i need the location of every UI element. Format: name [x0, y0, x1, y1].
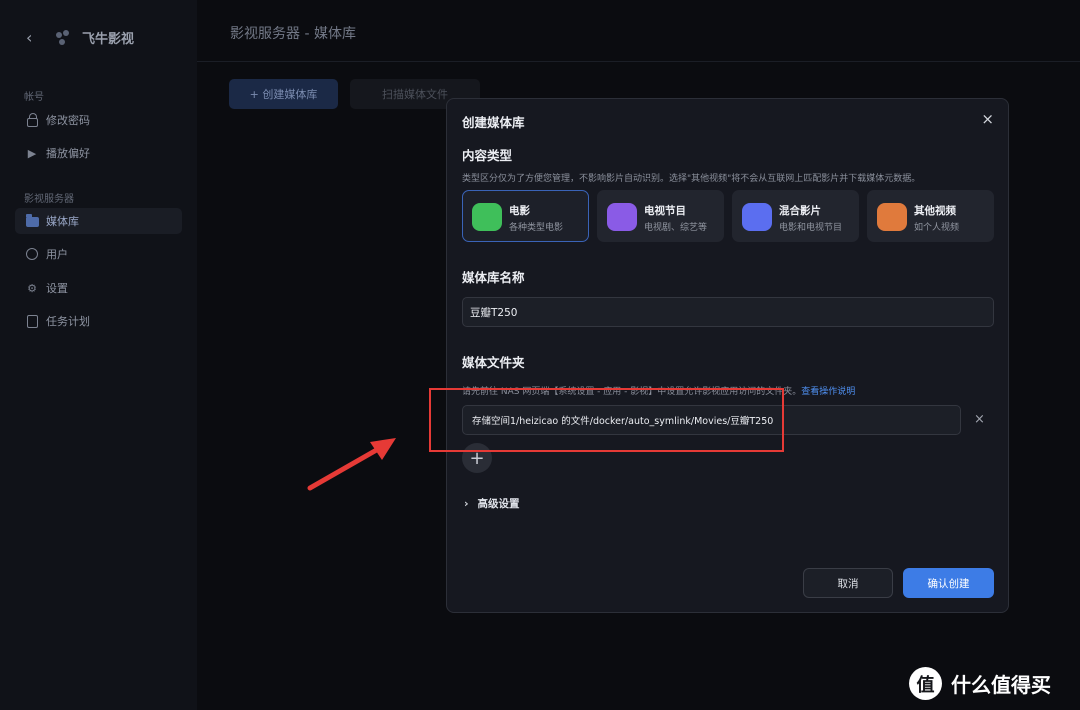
tv-show-icon	[607, 203, 637, 231]
main-header: 影视服务器 - 媒体库	[197, 0, 1080, 62]
gear-icon: ⚙	[27, 281, 37, 295]
confirm-create-button[interactable]: 确认创建	[903, 568, 994, 598]
type-desc: 各种类型电影	[509, 223, 564, 233]
sidebar-item-scheduled-tasks[interactable]: 任务计划	[15, 308, 182, 334]
sidebar-item-label: 媒体库	[46, 215, 79, 228]
logo-icon	[56, 29, 76, 47]
remove-folder-icon[interactable]: ×	[974, 412, 985, 427]
close-icon[interactable]: ×	[981, 110, 994, 128]
type-name: 其他视频	[914, 205, 956, 217]
chevron-right-icon: ›	[464, 497, 469, 510]
mixed-media-icon	[742, 203, 772, 231]
type-name: 混合影片	[779, 205, 821, 217]
sidebar-item-media-library[interactable]: 媒体库	[15, 208, 182, 234]
folder-icon	[25, 214, 39, 228]
type-desc: 电视剧、综艺等	[644, 223, 708, 233]
type-card-other-video[interactable]: 其他视频 如个人视频	[867, 190, 994, 242]
help-link[interactable]: 查看操作说明	[801, 387, 855, 397]
type-card-mixed[interactable]: 混合影片 电影和电视节目	[732, 190, 859, 242]
sidebar-item-label: 设置	[46, 282, 68, 295]
sidebar-item-label: 播放偏好	[46, 147, 90, 160]
sidebar-item-settings[interactable]: ⚙ 设置	[15, 275, 182, 301]
watermark-badge: 值	[909, 667, 942, 700]
sidebar-item-change-password[interactable]: 修改密码	[15, 107, 182, 133]
create-library-dialog: 创建媒体库 × 内容类型 类型区分仅为了方便您管理，不影响影片自动识别。选择"其…	[446, 98, 1009, 613]
video-camera-icon	[877, 203, 907, 231]
annotation-highlight-box	[429, 388, 784, 452]
type-card-movie[interactable]: 电影 各种类型电影	[462, 190, 589, 242]
sidebar-item-users[interactable]: 用户	[15, 241, 182, 267]
back-arrow-icon[interactable]: ‹	[26, 28, 46, 47]
clipboard-icon	[25, 314, 39, 328]
type-desc: 如个人视频	[914, 223, 960, 233]
sidebar-item-label: 修改密码	[46, 114, 90, 127]
content-type-hint: 类型区分仅为了方便您管理，不影响影片自动识别。选择"其他视频"将不会从互联网上匹…	[462, 174, 921, 184]
movie-icon	[472, 203, 502, 231]
sidebar: ‹ 飞牛影视 帐号 修改密码 ▶ 播放偏好 影视服务器 媒体库 用户 ⚙ 设置 …	[0, 0, 197, 710]
dialog-title: 创建媒体库	[462, 115, 525, 130]
advanced-settings-toggle[interactable]: › 高级设置	[464, 496, 520, 511]
type-name: 电视节目	[644, 205, 686, 217]
group-label-account: 帐号	[24, 92, 44, 103]
type-card-tv-show[interactable]: 电视节目 电视剧、综艺等	[597, 190, 724, 242]
media-folder-title: 媒体文件夹	[462, 355, 525, 370]
play-circle-icon: ▶	[27, 146, 37, 160]
lock-icon	[25, 112, 39, 127]
create-library-button[interactable]: + 创建媒体库	[229, 79, 338, 109]
cancel-button[interactable]: 取消	[803, 568, 893, 598]
advanced-settings-label: 高级设置	[477, 498, 520, 510]
library-name-input[interactable]: 豆瓣T250	[462, 297, 994, 327]
content-type-title: 内容类型	[462, 148, 513, 163]
library-name-title: 媒体库名称	[462, 270, 525, 285]
group-label-media-server: 影视服务器	[24, 194, 74, 205]
page-title: 影视服务器 - 媒体库	[230, 26, 356, 42]
annotation-arrow-icon	[307, 438, 396, 491]
type-desc: 电影和电视节目	[779, 223, 843, 233]
sidebar-item-playback-preferences[interactable]: ▶ 播放偏好	[15, 140, 182, 166]
brand-name: 飞牛影视	[82, 32, 135, 47]
type-name: 电影	[509, 205, 530, 217]
app-window: ‹ 飞牛影视 帐号 修改密码 ▶ 播放偏好 影视服务器 媒体库 用户 ⚙ 设置 …	[0, 0, 1080, 710]
watermark-text: 什么值得买	[951, 673, 1051, 697]
sidebar-item-label: 任务计划	[46, 315, 90, 328]
watermark: 值 什么值得买	[909, 667, 1051, 700]
user-icon	[25, 247, 39, 261]
brand: ‹ 飞牛影视	[26, 28, 134, 47]
sidebar-item-label: 用户	[46, 248, 68, 261]
